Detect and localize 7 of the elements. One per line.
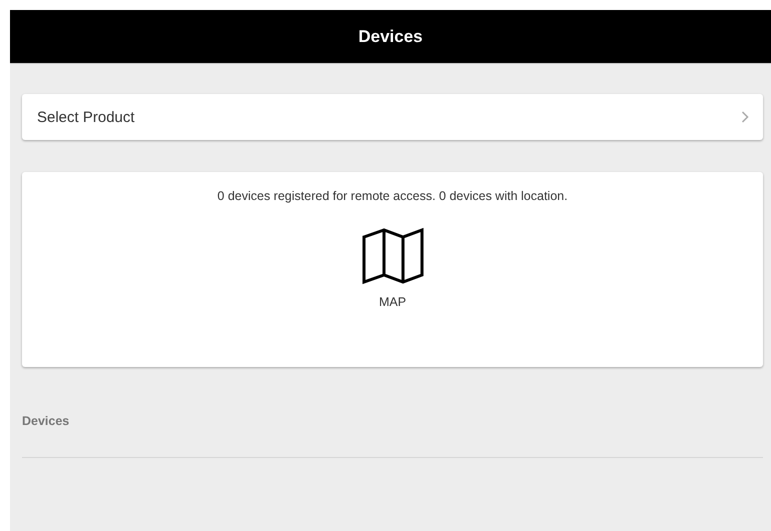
section-heading: Devices: [22, 414, 70, 428]
summary-text: 0 devices registered for remote access. 0 devices with location.: [217, 189, 568, 203]
map-label[interactable]: MAP: [378, 295, 406, 309]
map-icon[interactable]: [360, 227, 424, 285]
page-title: Devices: [358, 26, 423, 46]
select-product-button[interactable]: Select Product: [22, 94, 763, 140]
chevron-right-icon: [741, 111, 749, 123]
